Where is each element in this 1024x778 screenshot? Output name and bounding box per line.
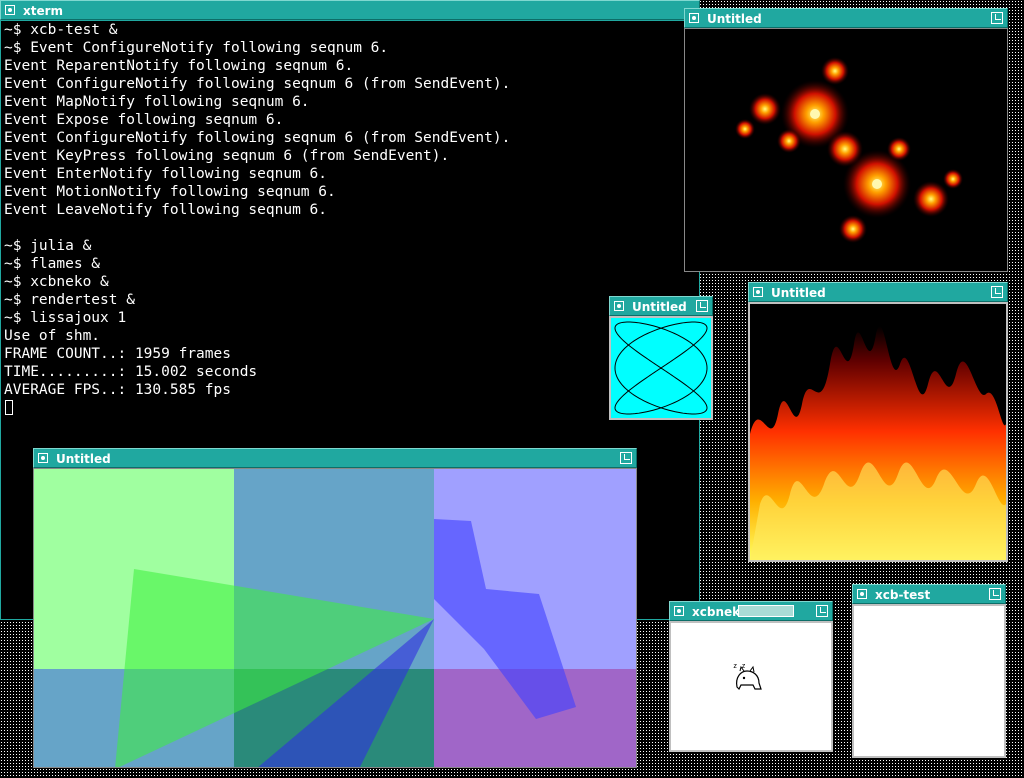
window-title: Untitled	[632, 300, 687, 314]
title-field	[738, 605, 794, 617]
lissajous-window[interactable]: Untitled	[609, 296, 713, 420]
xcb-test-canvas	[852, 604, 1006, 758]
window-title: Untitled	[771, 286, 826, 300]
terminal-line: ~$ julia &	[4, 238, 92, 254]
julia-titlebar[interactable]: Untitled	[684, 8, 1008, 28]
rendertest-titlebar[interactable]: Untitled	[33, 448, 637, 468]
window-menu-icon[interactable]	[689, 13, 699, 23]
rendertest-canvas	[33, 468, 637, 768]
maximize-icon[interactable]	[989, 588, 1001, 600]
text-cursor	[5, 400, 13, 415]
terminal-line: ~$ rendertest &	[4, 292, 135, 308]
terminal-line: ~$ xcb-test &	[4, 22, 118, 38]
maximize-icon[interactable]	[816, 605, 828, 617]
terminal-line: Event Expose following seqnum 6.	[4, 112, 284, 128]
terminal-line: Event EnterNotify following seqnum 6.	[4, 166, 328, 182]
window-title: xcb-test	[875, 588, 931, 602]
terminal-line: AVERAGE FPS..: 130.585 fps	[4, 382, 231, 398]
terminal-line: Event ConfigureNotify following seqnum 6…	[4, 76, 511, 92]
flames-canvas	[748, 302, 1008, 562]
xcbneko-window[interactable]: xcbneko z z	[669, 601, 833, 752]
terminal-line: Event MotionNotify following seqnum 6.	[4, 184, 336, 200]
flames-titlebar[interactable]: Untitled	[748, 282, 1008, 302]
maximize-icon[interactable]	[696, 300, 708, 312]
flames-image	[750, 326, 1006, 560]
maximize-icon[interactable]	[991, 12, 1003, 24]
window-title: xterm	[23, 4, 64, 18]
xcb-test-window[interactable]: xcb-test	[852, 584, 1006, 758]
maximize-icon[interactable]	[620, 452, 632, 464]
xcbneko-titlebar[interactable]: xcbneko	[669, 601, 833, 621]
neko-cat-icon: z z	[733, 662, 762, 691]
rendertest-window[interactable]: Untitled	[33, 448, 637, 778]
window-menu-icon[interactable]	[5, 5, 15, 15]
julia-fractal-image	[735, 57, 963, 243]
window-menu-icon[interactable]	[674, 606, 684, 616]
terminal-line: ~$ Event ConfigureNotify following seqnu…	[4, 40, 389, 56]
julia-fractal-canvas	[684, 28, 1008, 272]
window-menu-icon[interactable]	[614, 301, 624, 311]
flames-window[interactable]: Untitled	[748, 282, 1008, 562]
terminal-line: Event KeyPress following seqnum 6 (from …	[4, 148, 450, 164]
window-title: Untitled	[56, 452, 111, 466]
terminal-line: Event MapNotify following seqnum 6.	[4, 94, 310, 110]
terminal-line: Use of shm.	[4, 328, 101, 344]
terminal-prompt-line	[1, 399, 699, 417]
terminal-line: TIME.........: 15.002 seconds	[4, 364, 258, 380]
neko-canvas: z z	[669, 621, 833, 752]
terminal-lines: ~$ xcb-test & ~$ Event ConfigureNotify fo…	[1, 21, 699, 399]
xterm-titlebar[interactable]: xterm	[0, 0, 700, 20]
terminal-line: Event LeaveNotify following seqnum 6.	[4, 202, 328, 218]
lissajous-titlebar[interactable]: Untitled	[609, 296, 713, 316]
xcb-test-titlebar[interactable]: xcb-test	[852, 584, 1006, 604]
terminal-line: Event ReparentNotify following seqnum 6.	[4, 58, 354, 74]
terminal-line: ~$ xcbneko &	[4, 274, 109, 290]
window-title: Untitled	[707, 12, 762, 26]
window-menu-icon[interactable]	[753, 287, 763, 297]
maximize-icon[interactable]	[991, 286, 1003, 298]
terminal-line: ~$ flames &	[4, 256, 101, 272]
window-menu-icon[interactable]	[38, 453, 48, 463]
svg-text:z z: z z	[733, 662, 746, 670]
lissajous-canvas	[609, 316, 713, 420]
terminal-line: Event ConfigureNotify following seqnum 6…	[4, 130, 511, 146]
terminal-line: FRAME COUNT..: 1959 frames	[4, 346, 231, 362]
window-menu-icon[interactable]	[857, 589, 867, 599]
lissajous-curve	[614, 321, 708, 415]
julia-window[interactable]: Untitled	[684, 8, 1008, 272]
terminal-line: ~$ lissajoux 1	[4, 310, 127, 326]
rendertest-shapes	[34, 469, 636, 767]
